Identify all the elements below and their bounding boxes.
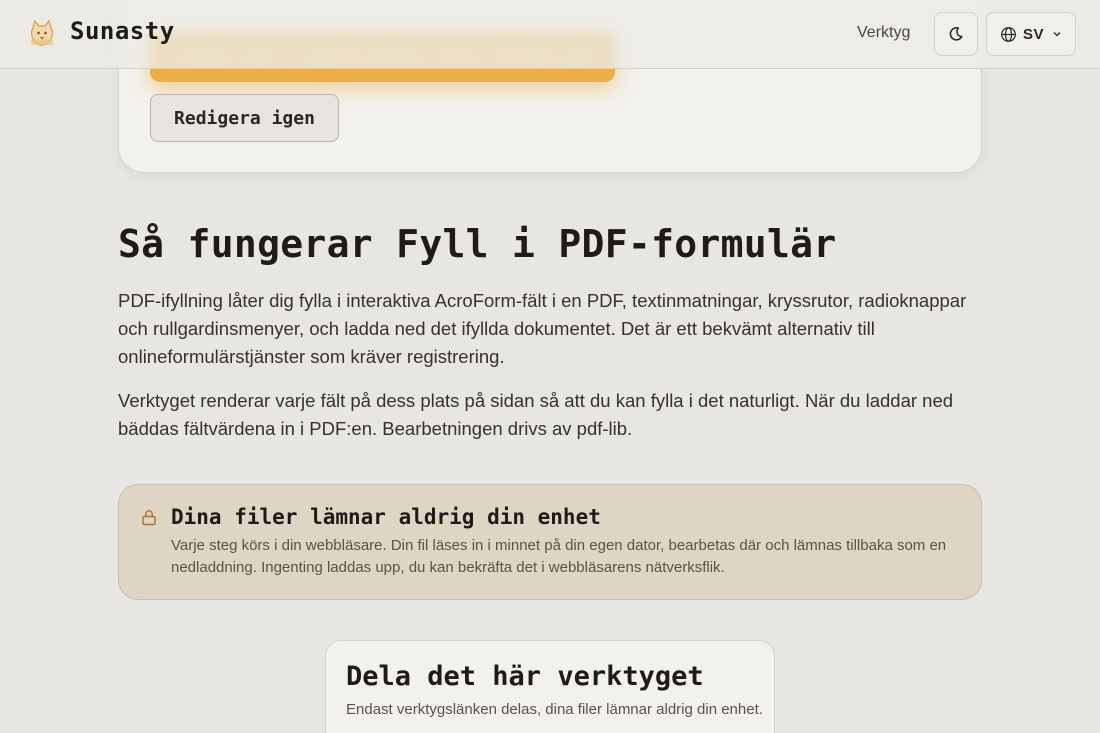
cat-logo-icon[interactable] — [27, 18, 57, 48]
edit-again-button[interactable]: Redigera igen — [150, 94, 339, 142]
globe-icon — [1001, 26, 1016, 42]
share-subtitle: Endast verktygslänken delas, dina filer … — [346, 701, 763, 718]
language-selector[interactable]: SV — [986, 12, 1076, 56]
language-label: SV — [1023, 25, 1045, 43]
site-header: Sunasty Verktyg SV — [0, 0, 1100, 69]
privacy-notice: Dina filer lämnar aldrig din enhet Varje… — [118, 484, 982, 600]
how-it-works-title: Så fungerar Fyll i PDF-formulär — [118, 222, 837, 266]
moon-icon — [949, 27, 963, 41]
brand-name[interactable]: Sunasty — [70, 17, 175, 45]
how-it-works-paragraph-2: Verktyget renderar varje fält på dess pl… — [118, 390, 954, 439]
chevron-down-icon — [1053, 32, 1061, 37]
lock-icon — [142, 510, 156, 526]
nav-tools-link[interactable]: Verktyg — [857, 24, 910, 42]
how-it-works-paragraph-1: PDF-ifyllning låter dig fylla i interakt… — [118, 290, 967, 367]
share-card: Dela det här verktyget Endast verktygslä… — [325, 640, 775, 733]
share-title: Dela det här verktyget — [346, 661, 704, 692]
theme-toggle-button[interactable] — [934, 12, 978, 56]
privacy-text: Varje steg körs i din webbläsare. Din fi… — [171, 537, 947, 576]
privacy-title: Dina filer lämnar aldrig din enhet — [171, 505, 601, 529]
